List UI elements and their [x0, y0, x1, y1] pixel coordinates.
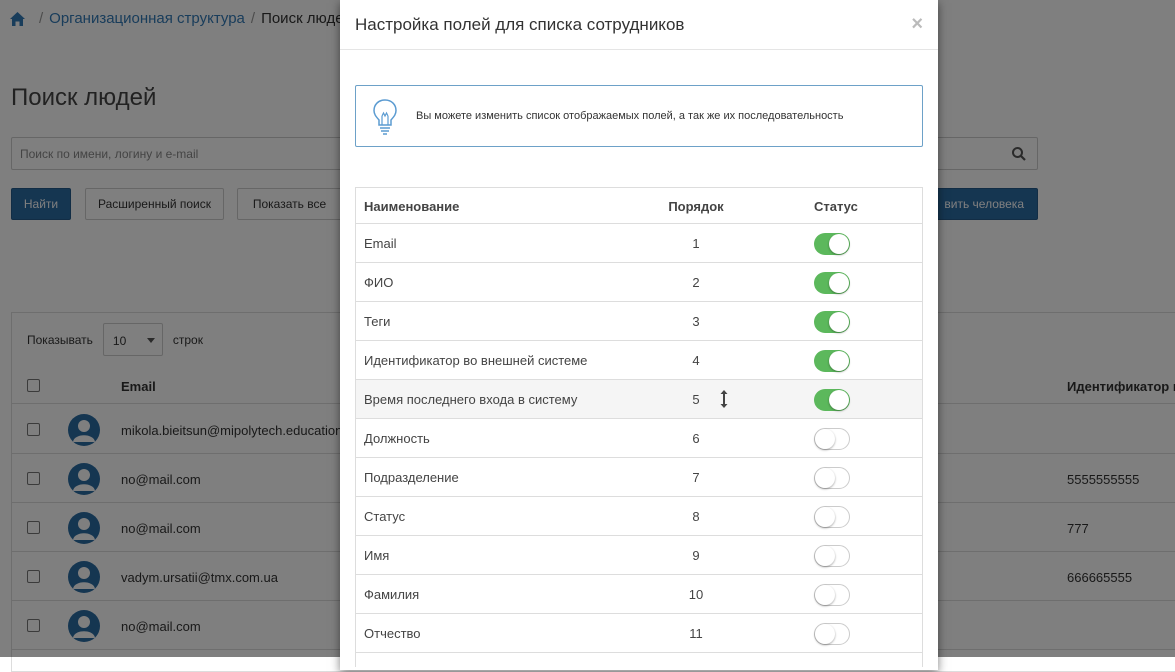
modal-header: Настройка полей для списка сотрудников ×	[340, 0, 938, 50]
toggle-knob	[829, 234, 849, 254]
field-settings-modal: Настройка полей для списка сотрудников ×…	[340, 0, 938, 670]
field-order: 6	[692, 431, 700, 446]
field-order: 2	[692, 275, 700, 290]
info-alert: Вы можете изменить список отображаемых п…	[355, 85, 923, 147]
toggle-knob	[829, 273, 849, 293]
toggle-knob	[815, 546, 835, 566]
field-row[interactable]: Отчество 11	[356, 614, 922, 653]
field-name: Теги	[364, 314, 391, 329]
field-status-toggle[interactable]	[814, 389, 850, 411]
field-order: 4	[692, 353, 700, 368]
info-text: Вы можете изменить список отображаемых п…	[416, 110, 844, 122]
field-order: 9	[692, 548, 700, 563]
field-row[interactable]: ФИО 2	[356, 263, 922, 302]
field-row[interactable]: Фамилия 10	[356, 575, 922, 614]
field-status-toggle[interactable]	[814, 428, 850, 450]
field-status-toggle[interactable]	[814, 311, 850, 333]
field-order: 7	[692, 470, 700, 485]
fields-table-header: Наименование Порядок Статус	[356, 188, 922, 224]
toggle-knob	[829, 351, 849, 371]
field-row[interactable]: Должность 6	[356, 419, 922, 458]
field-order: 3	[692, 314, 700, 329]
field-order: 10	[688, 587, 704, 602]
toggle-knob	[829, 312, 849, 332]
field-status-toggle[interactable]	[814, 272, 850, 294]
field-order: 5	[692, 392, 700, 407]
field-name: Имя	[364, 548, 390, 563]
field-order: 8	[692, 509, 700, 524]
field-status-toggle[interactable]	[814, 233, 850, 255]
field-name: Фамилия	[364, 587, 420, 602]
field-name: Время последнего входа в систему	[364, 392, 578, 407]
field-status-toggle[interactable]	[814, 584, 850, 606]
close-icon[interactable]: ×	[911, 13, 923, 36]
fields-table: Наименование Порядок Статус Email 1 ФИО …	[355, 187, 923, 667]
column-status: Статус	[814, 199, 858, 214]
field-row[interactable]: Теги 3	[356, 302, 922, 341]
field-status-toggle[interactable]	[814, 350, 850, 372]
field-row[interactable]: Идентификатор во внешней системе 4	[356, 341, 922, 380]
field-row[interactable]: Email 1	[356, 224, 922, 263]
field-row[interactable]: Статус 8	[356, 497, 922, 536]
column-name: Наименование	[364, 199, 460, 214]
toggle-knob	[815, 624, 835, 644]
toggle-knob	[829, 390, 849, 410]
modal-title: Настройка полей для списка сотрудников	[355, 15, 685, 34]
field-order: 1	[692, 236, 700, 251]
field-name: Отчество	[364, 626, 421, 641]
field-order: 11	[689, 626, 703, 641]
field-name: Идентификатор во внешней системе	[364, 353, 588, 368]
field-status-toggle[interactable]	[814, 545, 850, 567]
column-order: Порядок	[668, 199, 724, 214]
toggle-knob	[815, 507, 835, 527]
field-name: Статус	[364, 509, 406, 524]
field-name: ФИО	[364, 275, 394, 290]
field-row[interactable]: Подразделение 7	[356, 458, 922, 497]
field-status-toggle[interactable]	[814, 506, 850, 528]
toggle-knob	[815, 429, 835, 449]
field-row[interactable]: Имя 9	[356, 536, 922, 575]
lightbulb-icon	[370, 98, 400, 136]
field-status-toggle[interactable]	[814, 467, 850, 489]
field-name: Email	[364, 236, 397, 251]
field-status-toggle[interactable]	[814, 623, 850, 645]
field-row[interactable]: Время последнего входа в систему 5	[356, 380, 922, 419]
drag-handle-icon[interactable]	[719, 389, 729, 409]
field-name: Должность	[364, 431, 430, 446]
field-name: Подразделение	[364, 470, 459, 485]
toggle-knob	[815, 585, 835, 605]
toggle-knob	[815, 468, 835, 488]
